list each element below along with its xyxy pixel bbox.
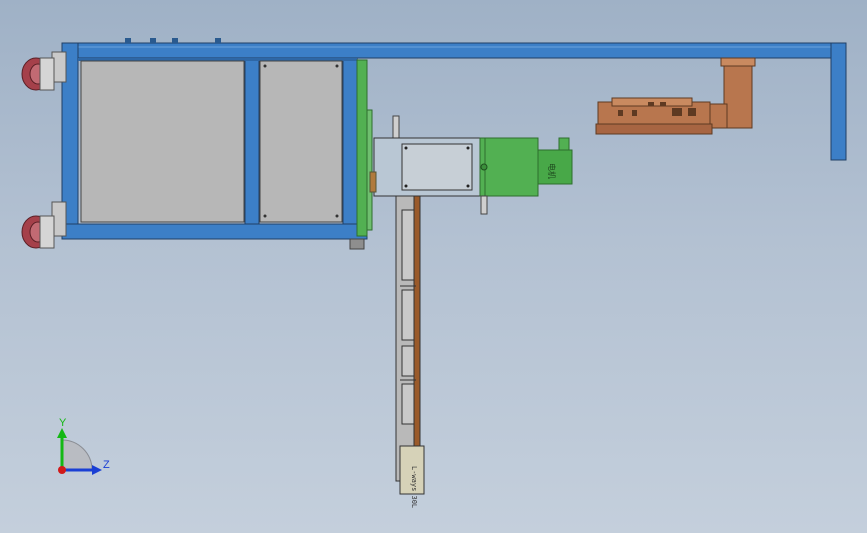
cad-viewport[interactable]: 电机 L-ways 30L Y Z <box>0 0 867 533</box>
cover-plate <box>401 143 473 191</box>
cabinet-panels <box>80 60 343 223</box>
y-axis-label: Y <box>59 417 67 429</box>
cad-model: 电机 L-ways 30L Y Z <box>21 38 847 508</box>
right-post <box>342 57 358 225</box>
x-axis-dot <box>58 466 66 474</box>
cartridge-label: L-ways 30L <box>410 466 418 508</box>
gearbox-green <box>479 137 539 197</box>
right-leg <box>830 42 847 161</box>
side-plate-green <box>356 59 368 237</box>
leveling-foot <box>349 238 365 250</box>
middle-post <box>244 57 260 225</box>
z-axis-label: Z <box>103 459 110 471</box>
caster-top[interactable] <box>21 51 67 91</box>
bottom-beam <box>61 223 368 240</box>
side-plate-lower <box>366 109 373 231</box>
caster-bottom[interactable] <box>21 201 67 249</box>
panel-left <box>80 60 245 223</box>
axis-triad[interactable]: Y Z <box>57 417 110 475</box>
copper-gripper[interactable] <box>595 57 756 135</box>
motor-label: 电机 <box>547 163 557 179</box>
top-beam-bolts <box>125 38 221 43</box>
panel-right <box>259 60 343 223</box>
linear-rail[interactable]: L-ways 30L <box>395 195 425 508</box>
top-beam <box>61 42 847 59</box>
